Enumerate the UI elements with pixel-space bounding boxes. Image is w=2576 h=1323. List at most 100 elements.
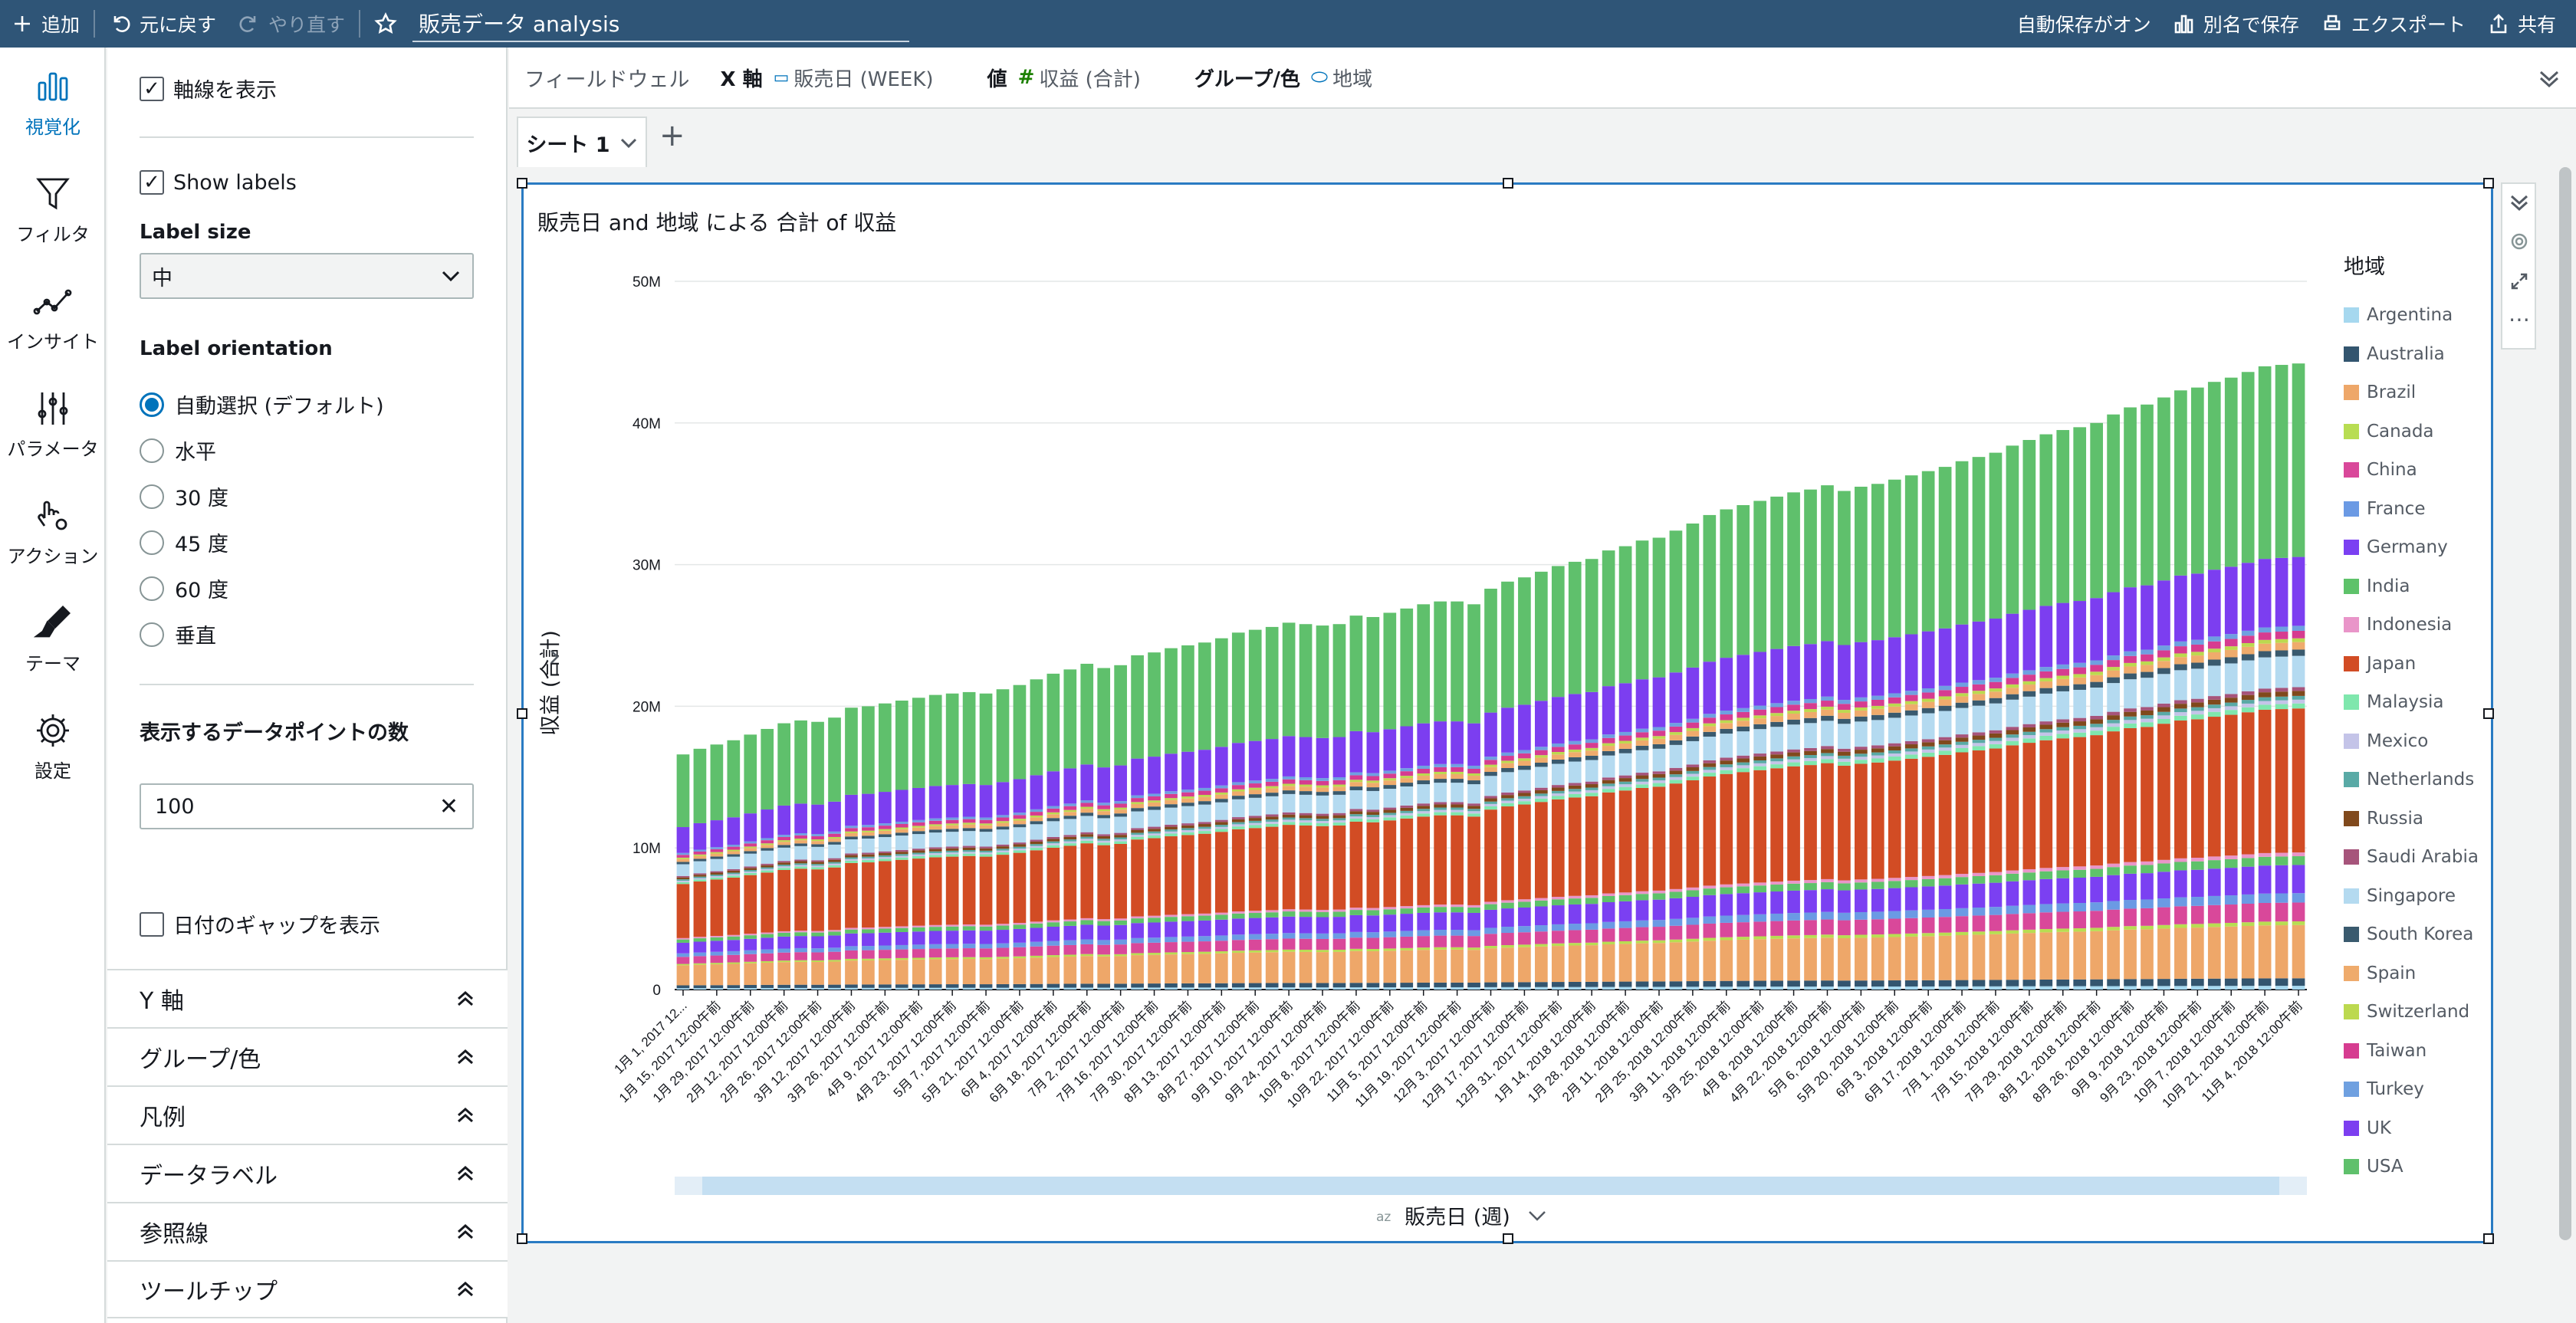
section-data-labels[interactable]: データラベル	[107, 1144, 508, 1202]
legend-item[interactable]: Argentina	[2344, 305, 2453, 325]
legend-item[interactable]: Russia	[2344, 809, 2423, 829]
expand-chevron-icon[interactable]	[2538, 66, 2561, 89]
legend-item[interactable]: Netherlands	[2344, 770, 2474, 790]
radio[interactable]	[140, 622, 164, 647]
section-reference-lines[interactable]: 参照線	[107, 1202, 508, 1260]
share-button[interactable]: 共有	[2476, 0, 2576, 48]
bar-segment	[1046, 945, 1060, 956]
radio-selected[interactable]	[140, 392, 164, 417]
orientation-radio-60[interactable]: 60 度	[140, 573, 228, 603]
visual-container[interactable]: 販売日 and 地域 による 合計 of 収益 0 10M 20M 30M 40M 50M…	[517, 178, 2494, 1244]
bar-segment	[1904, 936, 1918, 980]
tab-sheet-1[interactable]: シート 1	[517, 117, 647, 167]
nav-visualize[interactable]: 視覚化	[0, 66, 106, 139]
legend-item[interactable]: Mexico	[2344, 731, 2428, 751]
legend-item[interactable]: Indonesia	[2344, 615, 2452, 635]
orientation-radio-45[interactable]: 45 度	[140, 527, 228, 557]
nav-themes[interactable]: テーマ	[0, 602, 106, 675]
settings-gear-icon[interactable]	[2509, 231, 2529, 251]
bar-segment	[1148, 793, 1161, 796]
legend-item[interactable]: Saudi Arabia	[2344, 847, 2479, 867]
section-group-color[interactable]: グループ/色	[107, 1027, 508, 1085]
show-date-gaps-checkbox[interactable]: 日付のギャップを表示	[140, 909, 380, 939]
add-sheet-button[interactable]: +	[659, 118, 685, 153]
group-color-well[interactable]: グループ/色 ⬭ 地域	[1194, 64, 1372, 92]
bar-segment	[1686, 764, 1700, 767]
legend-item[interactable]: Singapore	[2344, 886, 2456, 906]
bar-segment	[2124, 662, 2137, 667]
radio[interactable]	[140, 484, 164, 509]
bar-segment	[1181, 921, 1194, 937]
orientation-radio-vertical[interactable]: 垂直	[140, 619, 216, 649]
export-button[interactable]: エクスポート	[2310, 0, 2476, 48]
expand-icon[interactable]	[2509, 271, 2529, 291]
orientation-radio-30[interactable]: 30 度	[140, 481, 228, 511]
nav-settings[interactable]: 設定	[0, 710, 106, 783]
radio[interactable]	[140, 530, 164, 555]
bar-segment	[1602, 921, 1615, 929]
bar-segment	[1972, 980, 1986, 987]
legend-item[interactable]: Brazil	[2344, 382, 2416, 402]
x-axis-well[interactable]: X 軸 ▭ 販売日 (WEEK)	[720, 64, 933, 92]
legend-item[interactable]: Switzerland	[2344, 1002, 2469, 1022]
bar-segment	[1198, 983, 1211, 988]
undo-button[interactable]: 元に戻す	[98, 0, 227, 48]
bar-segment	[1938, 711, 1952, 737]
value-well[interactable]: 値 # 収益 (合計)	[987, 64, 1141, 92]
analysis-name-input[interactable]	[412, 5, 910, 42]
favorite-star-button[interactable]	[363, 0, 408, 48]
checkbox-checked[interactable]: ✓	[140, 76, 164, 101]
bar-segment	[2207, 707, 2221, 712]
add-button[interactable]: 追加	[0, 0, 90, 48]
legend-item[interactable]: Turkey	[2344, 1079, 2424, 1099]
bar-segment	[2107, 909, 2120, 927]
label-size-select[interactable]: 中	[140, 253, 474, 299]
clear-icon[interactable]: ✕	[439, 793, 458, 820]
nav-actions[interactable]: アクション	[0, 495, 106, 568]
legend-item[interactable]: France	[2344, 499, 2425, 519]
bar-segment	[2056, 685, 2070, 691]
bar-segment	[1770, 703, 1783, 707]
radio[interactable]	[140, 438, 164, 463]
legend-item[interactable]: India	[2344, 576, 2410, 596]
nav-filter[interactable]: フィルタ	[0, 173, 106, 246]
bar-segment	[710, 858, 724, 872]
bar-segment	[879, 834, 892, 838]
checkbox-unchecked[interactable]	[140, 911, 164, 937]
bar-segment	[811, 846, 824, 861]
legend-item[interactable]: South Korea	[2344, 924, 2473, 944]
show-labels-checkbox[interactable]: ✓ Show labels	[140, 170, 297, 195]
radio[interactable]	[140, 576, 164, 601]
autosave-toggle[interactable]: 自動保存がオン	[2006, 0, 2162, 48]
chevron-down-icon[interactable]	[619, 133, 638, 152]
legend-item[interactable]: Germany	[2344, 537, 2448, 557]
legend-item[interactable]: Spain	[2344, 964, 2416, 983]
orientation-radio-auto[interactable]: 自動選択 (デフォルト)	[140, 389, 384, 419]
more-options-icon[interactable]: ⋯	[2509, 307, 2531, 332]
checkbox-checked[interactable]: ✓	[140, 170, 164, 195]
vertical-scrollbar[interactable]	[2559, 167, 2571, 1240]
legend-item[interactable]: Malaysia	[2344, 692, 2444, 712]
section-legend[interactable]: 凡例	[107, 1085, 508, 1144]
orientation-radio-horizontal[interactable]: 水平	[140, 435, 216, 465]
bar-segment	[2224, 649, 2238, 658]
legend-item[interactable]: Canada	[2344, 422, 2434, 442]
section-y-axis[interactable]: Y 軸	[107, 969, 508, 1027]
datapoints-input[interactable]: 100 ✕	[140, 783, 474, 829]
nav-parameters[interactable]: パラメータ	[0, 388, 106, 461]
bar-segment	[1703, 723, 1717, 727]
legend-item[interactable]: China	[2344, 460, 2417, 480]
section-tooltip[interactable]: ツールチップ	[107, 1260, 508, 1318]
bar-segment	[979, 852, 993, 855]
save-as-button[interactable]: 別名で保存	[2162, 0, 2310, 48]
show-axis-checkbox[interactable]: ✓ 軸線を表示	[140, 74, 277, 103]
legend-item[interactable]: Australia	[2344, 344, 2445, 364]
nav-insights[interactable]: インサイト	[0, 281, 106, 353]
collapse-icon[interactable]	[2509, 192, 2530, 213]
legend-item[interactable]: UK	[2344, 1118, 2391, 1138]
legend-item[interactable]: Taiwan	[2344, 1041, 2426, 1061]
legend-item[interactable]: Japan	[2344, 654, 2416, 674]
bar-segment	[912, 927, 925, 932]
legend-item[interactable]: USA	[2344, 1157, 2404, 1177]
redo-button[interactable]: やり直す	[227, 0, 356, 48]
